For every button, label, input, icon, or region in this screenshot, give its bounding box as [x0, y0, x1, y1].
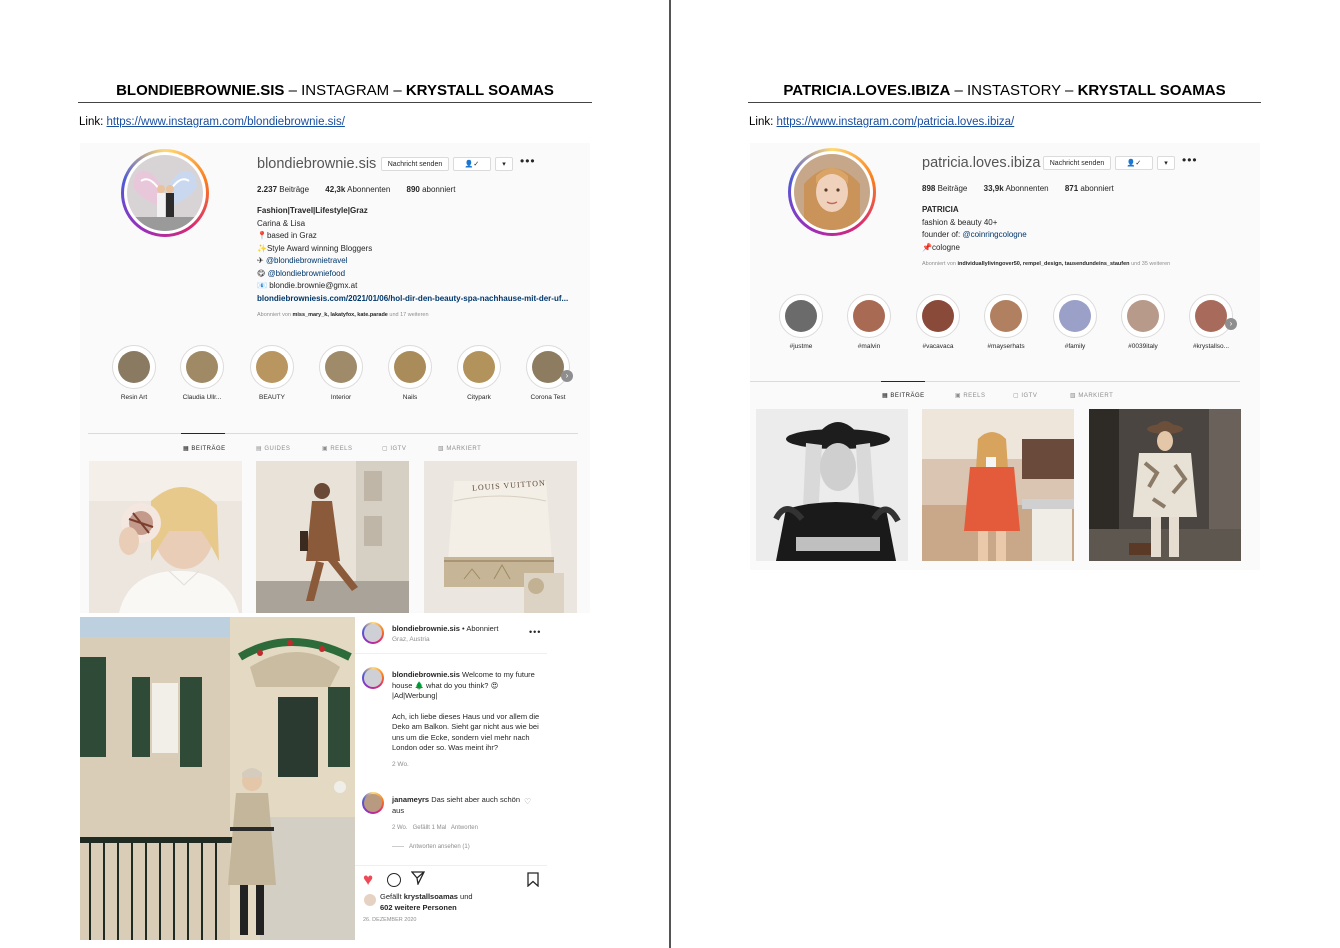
left-following-button[interactable]: 👤✓ — [453, 157, 491, 171]
left-grid-photo-2[interactable] — [256, 461, 409, 613]
chevron-down-icon: ▾ — [502, 161, 506, 168]
right-profile-panel: patricia.loves.ibiza Nachricht senden 👤✓… — [750, 143, 1260, 570]
right-followed-by: Abonniert von individuallylivingover50, … — [922, 261, 1171, 267]
plane-icon: ✈ — [257, 256, 266, 265]
left-followed-by: Abonniert von miss_mary_k, lakatyfox, ka… — [257, 312, 429, 318]
comment-like-icon[interactable]: ♡ — [524, 797, 531, 806]
right-title-rule — [748, 102, 1261, 103]
right-avatar-image — [794, 154, 870, 230]
left-tab-igtv[interactable]: ▢ IGTV — [382, 445, 406, 452]
page-divider — [669, 0, 671, 948]
left-bio-url[interactable]: blondiebrowniesis.com/2021/01/06/hol-dir… — [257, 293, 568, 306]
right-highlight-6[interactable]: #0039italy — [1119, 294, 1167, 350]
left-following-count[interactable]: 890 abonniert — [407, 185, 456, 194]
right-grid-photo-2[interactable] — [922, 409, 1074, 561]
left-posts-count: 2.237 Beiträge — [257, 185, 310, 194]
right-profile-link[interactable]: https://www.instagram.com/patricia.loves… — [777, 116, 1015, 128]
left-grid-photo-1[interactable] — [89, 461, 242, 613]
mail-icon: 📧 — [257, 281, 270, 290]
right-followers-count[interactable]: 33,9k Abonnenten — [984, 184, 1049, 193]
right-doc-title: PATRICIA.LOVES.IBIZA – INSTASTORY – KRYS… — [783, 82, 1226, 99]
left-tab-guides[interactable]: ▤ GUIDES — [256, 445, 290, 452]
comment-author[interactable]: janameyrs — [392, 795, 429, 804]
share-icon[interactable] — [410, 871, 426, 890]
right-tab-reels[interactable]: ▣ REELS — [955, 392, 986, 399]
left-doc-title: BLONDIEBROWNIE.SIS – INSTAGRAM – KRYSTAL… — [116, 82, 554, 99]
comment-icon[interactable] — [387, 873, 401, 887]
right-grid-photo-1[interactable] — [756, 409, 908, 561]
left-food-link[interactable]: @blondiebrowniefood — [268, 269, 346, 278]
right-tab-tagged[interactable]: ▧ MARKIERT — [1070, 392, 1113, 399]
left-post-sidebar: blondiebrownie.sis • Abonniert Graz, Aus… — [355, 617, 547, 940]
user-check-icon: 👤✓ — [464, 161, 480, 168]
left-grid-photo-3[interactable]: LOUIS VUITTON — [424, 461, 577, 613]
left-highlight-6[interactable]: Citypark — [455, 345, 503, 401]
post-likes[interactable]: Gefällt krystallsoamas und 602 weitere P… — [380, 892, 540, 913]
right-grid-photo-3[interactable] — [1089, 409, 1241, 561]
post-location[interactable]: Graz, Austria — [392, 635, 430, 646]
left-travel-link[interactable]: @blondiebrownietravel — [266, 256, 348, 265]
left-profile-link[interactable]: https://www.instagram.com/blondiebrownie… — [107, 116, 345, 128]
left-avatar-image — [127, 155, 203, 231]
left-dropdown-button[interactable]: ▾ — [495, 157, 513, 171]
right-link-line: Link: https://www.instagram.com/patricia… — [749, 116, 1015, 128]
post-caption: blondiebrownie.sis Welcome to my future … — [392, 670, 540, 768]
more-icon[interactable]: ••• — [520, 154, 536, 168]
left-followers-count[interactable]: 42,3k Abonnenten — [325, 185, 390, 194]
right-highlight-1[interactable]: #justme — [777, 294, 825, 350]
post-author-line: blondiebrownie.sis • Abonniert — [392, 624, 499, 633]
left-post-photo[interactable] — [80, 617, 355, 940]
left-tab-tagged[interactable]: ▧ MARKIERT — [438, 445, 481, 452]
right-highlight-3[interactable]: #vacavaca — [914, 294, 962, 350]
left-message-button[interactable]: Nachricht senden — [381, 157, 449, 171]
post-more-icon[interactable]: ••• — [529, 627, 541, 637]
heart-icon[interactable]: ♥ — [363, 870, 373, 890]
chevron-right-icon[interactable]: › — [561, 370, 573, 382]
right-message-button[interactable]: Nachricht senden — [1043, 156, 1111, 170]
chevron-down-icon: ▾ — [1164, 160, 1168, 167]
right-bio: PATRICIA fashion & beauty 40+ founder of… — [922, 205, 1027, 252]
comment-meta: 2 Wo. Gefällt 1 Mal Antworten — [392, 825, 478, 831]
left-stats: 2.237 Beiträge 42,3k Abonnenten 890 abon… — [257, 185, 455, 194]
post-comment: janameyrs Das sieht aber auch schön aus — [392, 795, 520, 815]
right-highlight-4[interactable]: #mayserhats — [982, 294, 1030, 350]
right-following-button[interactable]: 👤✓ — [1115, 156, 1153, 170]
left-highlight-4[interactable]: Interior — [317, 345, 365, 401]
right-coinring-link[interactable]: @coinringcologne — [962, 230, 1026, 239]
more-icon[interactable]: ••• — [1182, 153, 1198, 167]
right-following-count[interactable]: 871 abonniert — [1065, 184, 1114, 193]
post-date: 26. DEZEMBER 2020 — [363, 917, 417, 923]
left-tab-reels[interactable]: ▣ REELS — [322, 445, 353, 452]
right-highlight-5[interactable]: #family — [1051, 294, 1099, 350]
right-highlight-2[interactable]: #malvin — [845, 294, 893, 350]
post-author-name[interactable]: blondiebrownie.sis — [392, 624, 460, 633]
left-highlight-2[interactable]: Claudia Ullr... — [170, 345, 234, 401]
right-posts-count: 898 Beiträge — [922, 184, 968, 193]
left-tab-posts[interactable]: ▦ BEITRÄGE — [183, 445, 226, 452]
left-highlight-5[interactable]: Nails — [386, 345, 434, 401]
view-replies[interactable]: —— Antworten ansehen (1) — [392, 842, 470, 853]
left-link-line: Link: https://www.instagram.com/blondieb… — [79, 116, 345, 128]
left-highlight-3[interactable]: BEAUTY — [248, 345, 296, 401]
left-bio: Fashion|Travel|Lifestyle|Graz Carina & L… — [257, 205, 568, 305]
right-stats: 898 Beiträge 33,9k Abonnenten 871 abonni… — [922, 184, 1114, 193]
bookmark-icon[interactable] — [527, 872, 539, 892]
left-username: blondiebrownie.sis — [257, 156, 377, 172]
right-tab-posts[interactable]: ▦ BEITRÄGE — [882, 392, 925, 399]
user-check-icon: 👤✓ — [1126, 160, 1142, 167]
left-title-rule — [78, 102, 592, 103]
left-highlight-1[interactable]: Resin Art — [110, 345, 158, 401]
right-username: patricia.loves.ibiza — [922, 155, 1041, 171]
food-icon: 😋 — [257, 268, 268, 278]
chevron-right-icon[interactable]: › — [1225, 318, 1237, 330]
left-profile-panel: blondiebrownie.sis Nachricht senden 👤✓ ▾… — [80, 143, 590, 613]
right-dropdown-button[interactable]: ▾ — [1157, 156, 1175, 170]
right-tab-igtv[interactable]: ▢ IGTV — [1013, 392, 1037, 399]
